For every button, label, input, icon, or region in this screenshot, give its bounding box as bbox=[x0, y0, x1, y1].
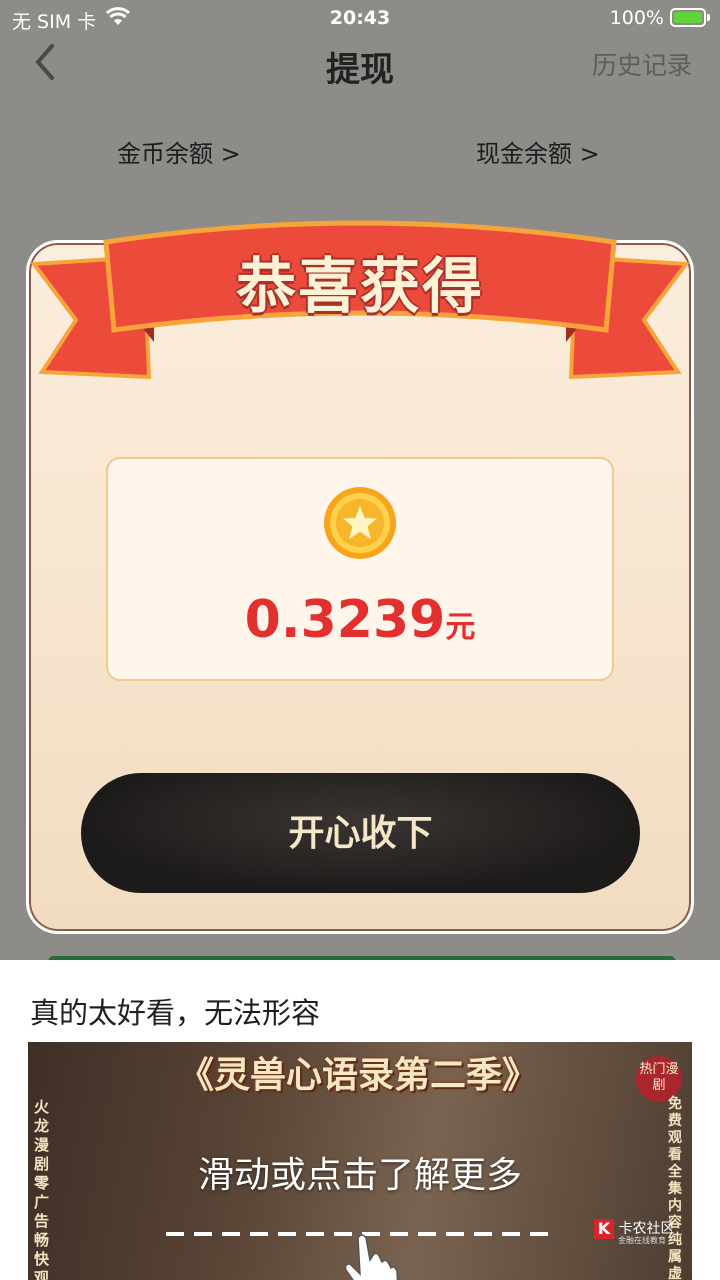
battery-percent: 100% bbox=[609, 7, 664, 29]
balance-row: 金币余额 > 现金余额 > bbox=[0, 130, 720, 170]
pointing-hand-icon bbox=[344, 1234, 399, 1280]
reward-amount-value: 0.3239 bbox=[244, 590, 446, 650]
ribbon-title: 恭喜获得 bbox=[236, 252, 484, 322]
status-bar: 无 SIM 卡 20:43 100% bbox=[0, 0, 720, 36]
swipe-hint: 滑动或点击了解更多 bbox=[197, 1155, 522, 1196]
nav-bar: 提现 历史记录 bbox=[0, 36, 720, 92]
gold-coin-star-icon bbox=[324, 487, 396, 559]
feed-section: 真的太好看，无法形容 《灵兽心语录第二季》 热门漫剧 火龙漫剧零广告 畅快观 免… bbox=[0, 960, 720, 1280]
accept-reward-button[interactable]: 开心收下 bbox=[81, 773, 640, 893]
watermark-logo-icon: K bbox=[594, 1219, 614, 1239]
feed-caption: 真的太好看，无法形容 bbox=[30, 996, 321, 1030]
watermark: K 卡农社区 金融在线教育 bbox=[594, 1218, 682, 1250]
history-link[interactable]: 历史记录 bbox=[592, 46, 692, 82]
coin-balance-link[interactable]: 金币余额 > bbox=[117, 134, 241, 169]
reward-amount-unit: 元 bbox=[445, 610, 476, 645]
video-ad[interactable]: 《灵兽心语录第二季》 热门漫剧 火龙漫剧零广告 畅快观 免费观看全集 内容纯属虚… bbox=[28, 1042, 692, 1280]
video-title: 《灵兽心语录第二季》 bbox=[178, 1055, 539, 1096]
cash-balance-link[interactable]: 现金余额 > bbox=[476, 134, 600, 169]
battery-icon bbox=[670, 8, 710, 27]
reward-amount: 0.3239元 bbox=[0, 590, 720, 650]
